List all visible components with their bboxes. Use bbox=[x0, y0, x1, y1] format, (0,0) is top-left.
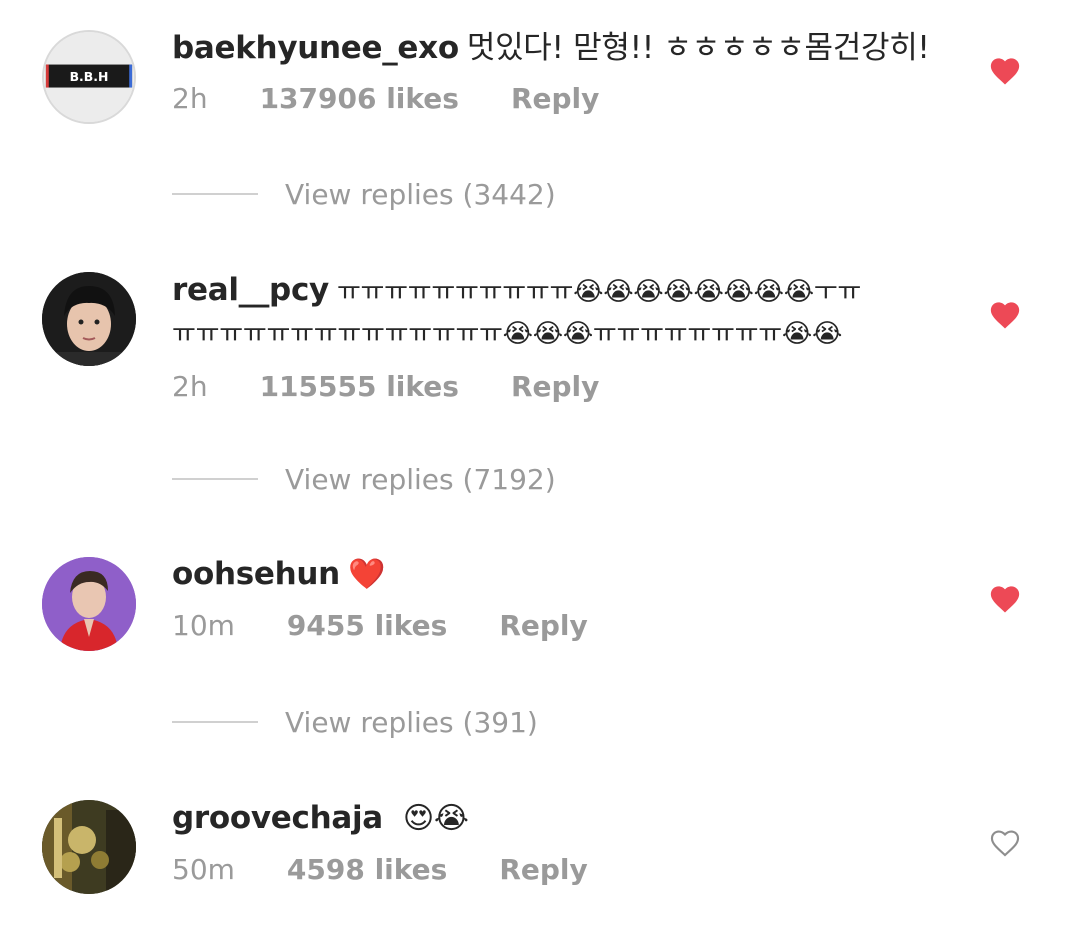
comment-username[interactable]: baekhyunee_exo bbox=[172, 30, 459, 66]
avatar-text: B.B.H bbox=[70, 69, 109, 84]
view-replies-label: View replies (7192) bbox=[285, 462, 556, 496]
avatar-image bbox=[42, 272, 136, 366]
heart-filled-icon[interactable] bbox=[988, 582, 1022, 614]
heart-outline-icon[interactable] bbox=[988, 826, 1022, 858]
comment-text-block: oohsehun ❤️ bbox=[172, 554, 972, 595]
comment-text-block: real__pcy ㅠㅠㅠㅠㅠㅠㅠㅠㅠㅠ😭😭😭😭😭😭😭😭ㅜㅠ ㅠㅠㅠㅠㅠㅠㅠㅠㅠㅠ… bbox=[172, 270, 972, 354]
avatar-image: B.B.H bbox=[44, 32, 134, 122]
comment-username[interactable]: real__pcy bbox=[172, 272, 329, 308]
avatar[interactable] bbox=[42, 800, 136, 894]
avatar[interactable] bbox=[42, 557, 136, 651]
view-replies-button[interactable]: View replies (391) bbox=[172, 702, 538, 742]
comment-text: 멋있다! 맏형!! ㅎㅎㅎㅎㅎ몸건강히! bbox=[466, 30, 930, 66]
reply-button[interactable]: Reply bbox=[499, 609, 587, 642]
comment-time: 10m bbox=[172, 609, 235, 642]
reply-button[interactable]: Reply bbox=[511, 370, 599, 403]
comment-likes[interactable]: 115555 likes bbox=[260, 370, 459, 403]
comment-likes[interactable]: 9455 likes bbox=[287, 609, 447, 642]
comment-text-line1: ㅠㅠㅠㅠㅠㅠㅠㅠㅠㅠ😭😭😭😭😭😭😭😭ㅜㅠ bbox=[336, 277, 862, 307]
comment-text: ❤️ bbox=[347, 557, 386, 592]
comment-text-line2: ㅠㅠㅠㅠㅠㅠㅠㅠㅠㅠㅠㅠㅠㅠ😭😭😭ㅠㅠㅠㅠㅠㅠㅠㅠ😭😭 bbox=[172, 319, 843, 349]
view-replies-label: View replies (391) bbox=[285, 705, 538, 739]
comment-text-block: baekhyunee_exo 멋있다! 맏형!! ㅎㅎㅎㅎㅎ몸건강히! bbox=[172, 28, 972, 68]
comment-text-block: groovechaja 😍😭 bbox=[172, 798, 972, 839]
comment-likes[interactable]: 137906 likes bbox=[260, 82, 459, 115]
comment-meta: 2h 137906 likes Reply bbox=[172, 82, 972, 115]
comment-meta: 50m 4598 likes Reply bbox=[172, 853, 972, 886]
avatar-image bbox=[42, 557, 136, 651]
comment-text: 😍😭 bbox=[402, 801, 469, 836]
view-replies-divider bbox=[172, 721, 258, 723]
view-replies-label: View replies (3442) bbox=[285, 177, 556, 211]
view-replies-divider bbox=[172, 193, 258, 195]
avatar-image bbox=[42, 800, 136, 894]
comment-list: B.B.H baekhyunee_exo 멋있다! 맏형!! ㅎㅎㅎㅎㅎ몸건강히!… bbox=[0, 0, 1080, 936]
comment-meta: 10m 9455 likes Reply bbox=[172, 609, 972, 642]
heart-filled-icon[interactable] bbox=[988, 298, 1022, 330]
heart-filled-icon[interactable] bbox=[988, 54, 1022, 86]
avatar[interactable] bbox=[42, 272, 136, 366]
comment-username[interactable]: groovechaja bbox=[172, 800, 383, 836]
comment-time: 2h bbox=[172, 370, 208, 403]
comment-likes[interactable]: 4598 likes bbox=[287, 853, 447, 886]
comment-meta: 2h 115555 likes Reply bbox=[172, 370, 972, 403]
view-replies-divider bbox=[172, 478, 258, 480]
comment-username[interactable]: oohsehun bbox=[172, 556, 340, 592]
avatar[interactable]: B.B.H bbox=[42, 30, 136, 124]
reply-button[interactable]: Reply bbox=[499, 853, 587, 886]
comment-time: 2h bbox=[172, 82, 208, 115]
reply-button[interactable]: Reply bbox=[511, 82, 599, 115]
comment-time: 50m bbox=[172, 853, 235, 886]
view-replies-button[interactable]: View replies (7192) bbox=[172, 459, 556, 499]
view-replies-button[interactable]: View replies (3442) bbox=[172, 174, 556, 214]
